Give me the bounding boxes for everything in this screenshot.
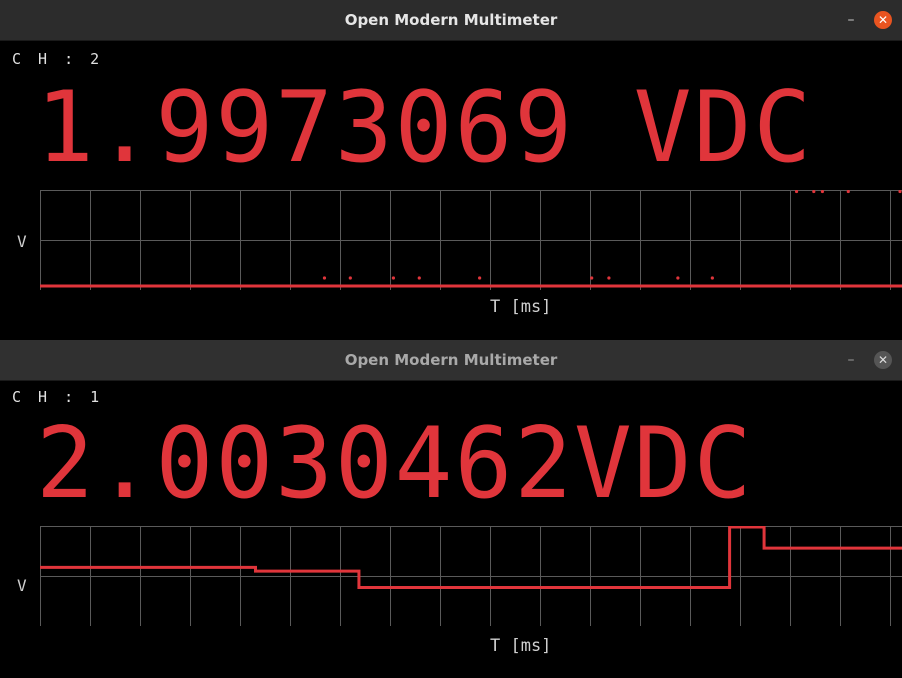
close-button[interactable]: ✕ [874, 11, 892, 29]
trace-point [676, 276, 680, 280]
close-button[interactable]: ✕ [874, 351, 892, 369]
y-axis-label: V [17, 232, 27, 251]
minimize-button[interactable]: – [843, 12, 859, 28]
multimeter-window-ch1: Open Modern Multimeter – ✕ C H : 1 2.003… [0, 340, 902, 678]
window-title: Open Modern Multimeter [344, 351, 558, 369]
trace-point [590, 276, 594, 280]
x-axis-label: T [ms] [490, 636, 552, 656]
voltage-reading: 1.9973069 VDC [36, 71, 814, 185]
trace-point [846, 190, 850, 194]
minimize-button[interactable]: – [843, 352, 859, 368]
trace-line [40, 526, 902, 589]
channel-label: C H : 1 [12, 388, 104, 406]
x-axis-label: T [ms] [490, 297, 552, 317]
plot-canvas [40, 190, 902, 290]
trace-point [812, 190, 816, 194]
voltage-plot [40, 190, 902, 290]
window-title: Open Modern Multimeter [344, 11, 558, 29]
trace-point [391, 276, 396, 280]
multimeter-window-ch2: Open Modern Multimeter – ✕ C H : 2 1.997… [0, 0, 902, 340]
trace-point [478, 276, 482, 280]
title-bar[interactable]: Open Modern Multimeter – ✕ [0, 340, 902, 381]
trace-point [417, 276, 421, 280]
trace-point [607, 276, 611, 280]
plot-canvas [40, 526, 902, 626]
trace-point [322, 276, 327, 280]
title-bar[interactable]: Open Modern Multimeter – ✕ [0, 0, 902, 41]
trace-point [820, 190, 825, 194]
voltage-reading: 2.0030462VDC [36, 407, 754, 521]
voltage-plot [40, 526, 902, 626]
trace-point [348, 276, 352, 280]
trace-point [794, 190, 799, 194]
trace-point [898, 190, 902, 194]
trace-point [710, 276, 714, 280]
channel-label: C H : 2 [12, 50, 104, 68]
y-axis-label: V [17, 576, 27, 595]
